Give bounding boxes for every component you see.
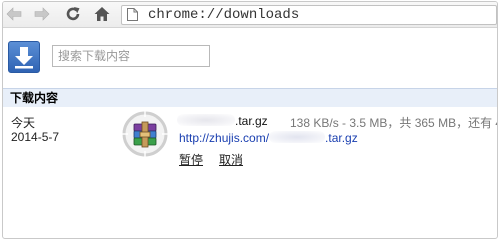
pause-button[interactable]: 暂停 — [179, 151, 203, 168]
file-name[interactable]: .tar.gz — [177, 114, 268, 128]
home-icon[interactable] — [93, 5, 111, 23]
redacted-name — [177, 114, 235, 126]
address-bar[interactable]: chrome://downloads — [121, 5, 497, 25]
browser-window: chrome://downloads 下载内容 今天 2014-5-7 — [2, 1, 498, 239]
date-label: 2014-5-7 — [11, 130, 60, 144]
reload-icon[interactable] — [64, 5, 82, 23]
page-icon — [127, 8, 138, 21]
download-arrow-icon — [8, 41, 40, 73]
section-header: 下载内容 — [3, 88, 497, 107]
url-text[interactable]: chrome://downloads — [148, 6, 299, 24]
winrar-archive-icon — [133, 121, 157, 148]
download-item-icon — [121, 110, 169, 158]
download-stats: 138 KB/s - 3.5 MB，共 365 MB，还有 4 — [290, 116, 498, 130]
forward-arrow-icon[interactable] — [33, 5, 51, 23]
section-title: 下载内容 — [10, 91, 59, 105]
back-arrow-icon[interactable] — [5, 5, 23, 23]
search-downloads-input[interactable] — [52, 45, 210, 67]
download-url[interactable]: http://zhujis.com/.tar.gz — [179, 131, 358, 145]
browser-toolbar: chrome://downloads — [3, 2, 497, 28]
redacted-url — [269, 131, 326, 143]
date-relative: 今天 — [11, 116, 36, 130]
cancel-button[interactable]: 取消 — [219, 151, 243, 168]
